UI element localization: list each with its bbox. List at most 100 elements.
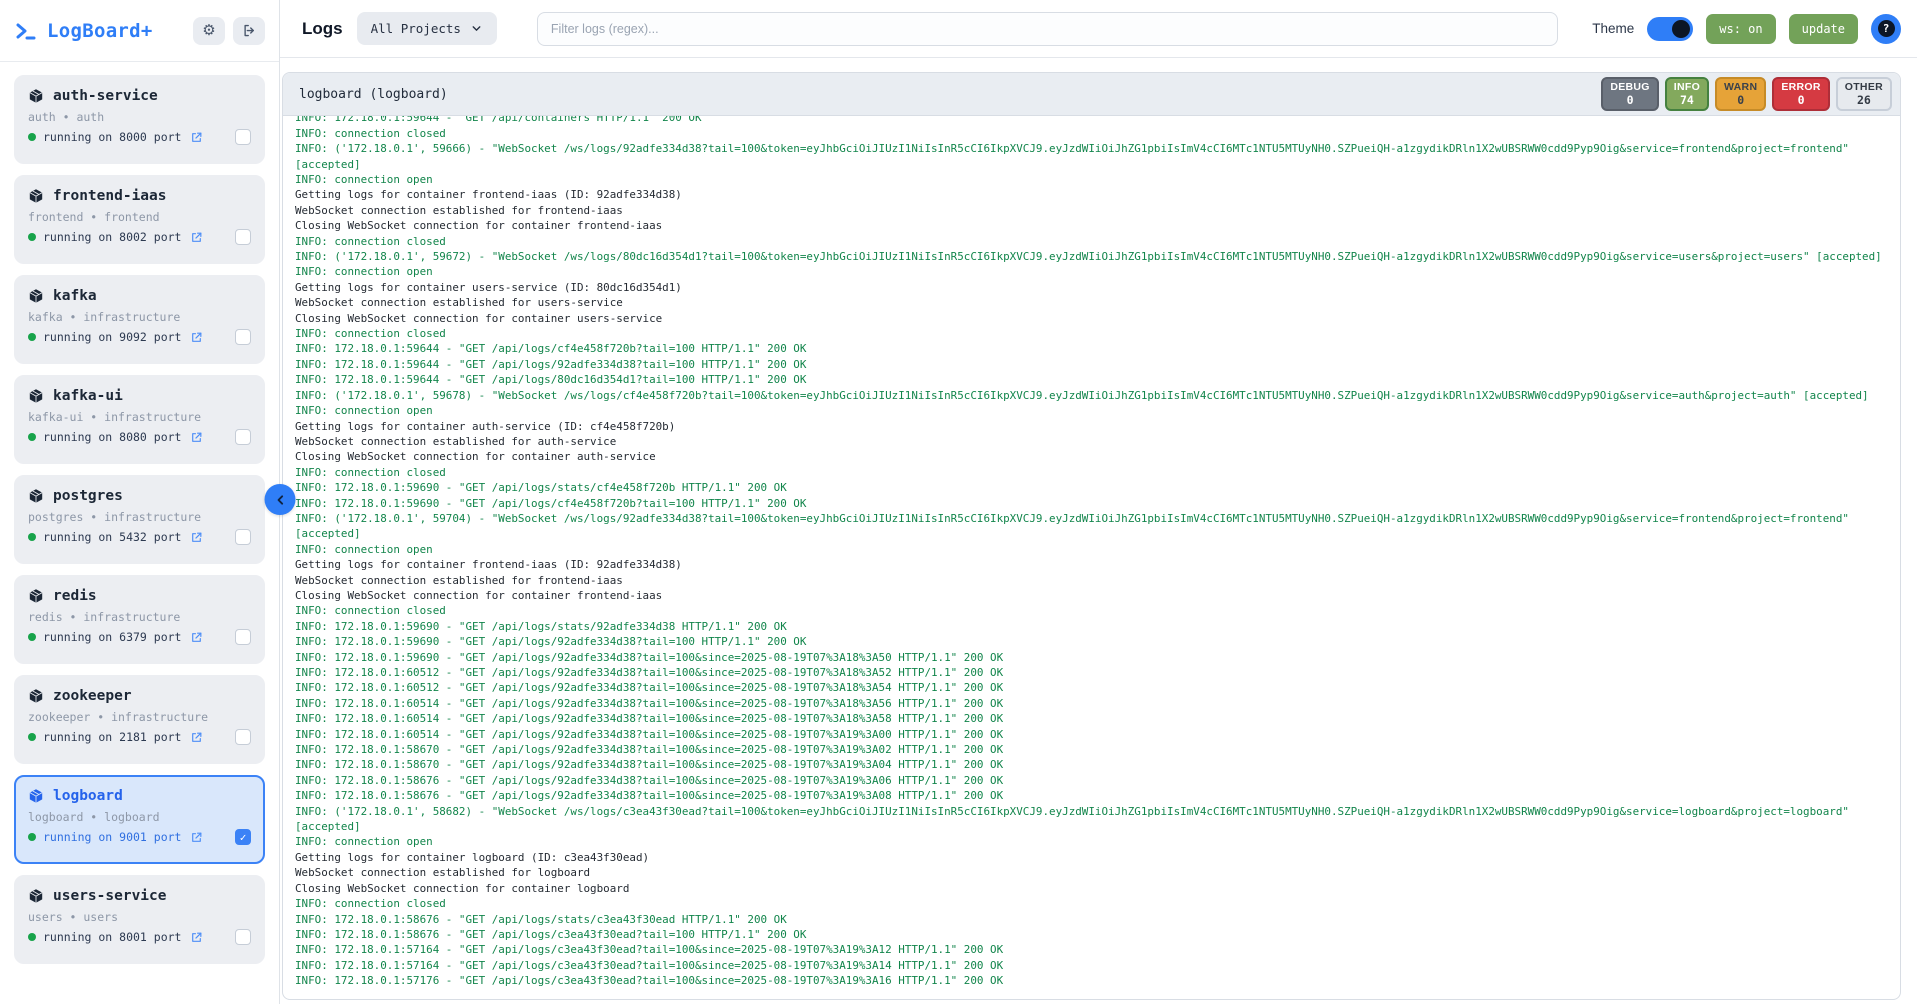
log-line: INFO: 172.18.0.1:58670 - "GET /api/logs/… <box>295 742 1894 757</box>
log-line: WebSocket connection established for fro… <box>295 573 1894 588</box>
service-card[interactable]: redis redis • infrastructure running on … <box>14 575 265 664</box>
badge-label: ERROR <box>1781 81 1820 94</box>
service-checkbox[interactable] <box>235 729 251 745</box>
update-button[interactable]: update <box>1789 14 1858 44</box>
external-link-icon[interactable] <box>190 231 203 244</box>
external-link-icon[interactable] <box>190 531 203 544</box>
topbar: Logs All Projects Theme ws: on update ? <box>280 0 1917 58</box>
service-name: kafka <box>53 288 97 304</box>
topbar-right-cluster: Theme ws: on update ? <box>1592 14 1901 44</box>
log-panel-header: logboard (logboard) DEBUG 0 INFO 74 WARN… <box>283 73 1900 116</box>
service-status-text: running on 9092 port <box>43 330 181 344</box>
chevron-down-icon <box>470 22 483 35</box>
service-status-text: running on 8002 port <box>43 230 181 244</box>
service-card[interactable]: kafka-ui kafka-ui • infrastructure runni… <box>14 375 265 464</box>
badge-count: 26 <box>1845 94 1883 108</box>
service-checkbox[interactable] <box>235 929 251 945</box>
service-checkbox[interactable] <box>235 129 251 145</box>
log-line: INFO: ('172.18.0.1', 58682) - "WebSocket… <box>295 804 1894 835</box>
log-level-badge[interactable]: DEBUG 0 <box>1601 77 1658 111</box>
theme-toggle[interactable] <box>1647 17 1693 41</box>
service-card[interactable]: frontend-iaas frontend • frontend runnin… <box>14 175 265 264</box>
log-level-badge[interactable]: OTHER 26 <box>1836 77 1892 111</box>
badge-label: OTHER <box>1845 81 1883 94</box>
service-card[interactable]: users-service users • users running on 8… <box>14 875 265 964</box>
log-line: INFO: 172.18.0.1:58676 - "GET /api/logs/… <box>295 912 1894 927</box>
service-name: auth-service <box>53 88 158 104</box>
service-status-text: running on 8000 port <box>43 130 181 144</box>
badge-count: 74 <box>1674 94 1700 108</box>
settings-button[interactable]: ⚙ <box>193 17 225 45</box>
service-card[interactable]: auth-service auth • auth running on 8000… <box>14 75 265 164</box>
service-card[interactable]: logboard logboard • logboard running on … <box>14 775 265 864</box>
log-line: Closing WebSocket connection for contain… <box>295 449 1894 464</box>
log-line: Getting logs for container frontend-iaas… <box>295 187 1894 202</box>
log-line: INFO: connection open <box>295 403 1894 418</box>
service-checkbox[interactable] <box>235 629 251 645</box>
service-project: postgres • infrastructure <box>28 510 251 524</box>
package-icon <box>28 288 44 304</box>
external-link-icon[interactable] <box>190 131 203 144</box>
log-level-badge[interactable]: ERROR 0 <box>1772 77 1829 111</box>
log-line: WebSocket connection established for use… <box>295 295 1894 310</box>
log-line: Getting logs for container logboard (ID:… <box>295 850 1894 865</box>
log-line: INFO: 172.18.0.1:57164 - "GET /api/logs/… <box>295 958 1894 973</box>
service-card[interactable]: postgres postgres • infrastructure runni… <box>14 475 265 564</box>
service-project: auth • auth <box>28 110 251 124</box>
log-line: INFO: 172.18.0.1:59690 - "GET /api/logs/… <box>295 496 1894 511</box>
service-card[interactable]: kafka kafka • infrastructure running on … <box>14 275 265 364</box>
service-checkbox[interactable] <box>235 329 251 345</box>
status-dot <box>28 533 36 541</box>
log-line: INFO: 172.18.0.1:60514 - "GET /api/logs/… <box>295 696 1894 711</box>
log-line: INFO: 172.18.0.1:58670 - "GET /api/logs/… <box>295 757 1894 772</box>
terminal-prompt-icon <box>14 19 38 43</box>
theme-toggle-knob <box>1672 20 1690 38</box>
service-name: zookeeper <box>53 688 132 704</box>
gear-icon: ⚙ <box>202 23 215 38</box>
log-line: WebSocket connection established for aut… <box>295 434 1894 449</box>
badge-count: 0 <box>1724 94 1757 108</box>
service-project: logboard • logboard <box>28 810 251 824</box>
log-line: INFO: 172.18.0.1:59644 - "GET /api/logs/… <box>295 341 1894 356</box>
sidebar-collapse-button[interactable] <box>265 484 296 515</box>
log-level-badge[interactable]: WARN 0 <box>1715 77 1766 111</box>
app-title: LogBoard+ <box>47 20 153 42</box>
external-link-icon[interactable] <box>190 431 203 444</box>
log-line: INFO: connection closed <box>295 603 1894 618</box>
service-status-text: running on 8080 port <box>43 430 181 444</box>
badge-label: INFO <box>1674 81 1700 94</box>
external-link-icon[interactable] <box>190 831 203 844</box>
external-link-icon[interactable] <box>190 631 203 644</box>
log-filter-input[interactable] <box>537 12 1558 46</box>
log-output[interactable]: INFO: 172.18.0.1:59644 - "GET /api/conta… <box>283 116 1900 999</box>
project-filter-dropdown[interactable]: All Projects <box>357 12 497 45</box>
external-link-icon[interactable] <box>190 731 203 744</box>
main-area: Logs All Projects Theme ws: on update ? … <box>280 0 1917 1004</box>
service-status-text: running on 8001 port <box>43 930 181 944</box>
service-list: auth-service auth • auth running on 8000… <box>0 62 279 1004</box>
log-line: Getting logs for container frontend-iaas… <box>295 557 1894 572</box>
external-link-icon[interactable] <box>190 331 203 344</box>
websocket-status-badge[interactable]: ws: on <box>1706 14 1775 44</box>
service-checkbox[interactable] <box>235 829 251 845</box>
status-dot <box>28 133 36 141</box>
log-line: INFO: connection closed <box>295 234 1894 249</box>
service-card[interactable]: zookeeper zookeeper • infrastructure run… <box>14 675 265 764</box>
log-line: INFO: connection open <box>295 172 1894 187</box>
service-checkbox[interactable] <box>235 429 251 445</box>
package-icon <box>28 488 44 504</box>
external-link-icon[interactable] <box>190 931 203 944</box>
package-icon <box>28 588 44 604</box>
log-line: INFO: connection closed <box>295 465 1894 480</box>
log-line: WebSocket connection established for log… <box>295 865 1894 880</box>
log-line: INFO: 172.18.0.1:60514 - "GET /api/logs/… <box>295 727 1894 742</box>
service-checkbox[interactable] <box>235 529 251 545</box>
help-button[interactable]: ? <box>1871 14 1901 44</box>
log-line: INFO: 172.18.0.1:60514 - "GET /api/logs/… <box>295 711 1894 726</box>
service-checkbox[interactable] <box>235 229 251 245</box>
service-project: redis • infrastructure <box>28 610 251 624</box>
logout-button[interactable] <box>233 17 265 45</box>
log-line: INFO: 172.18.0.1:58676 - "GET /api/logs/… <box>295 788 1894 803</box>
package-icon <box>28 88 44 104</box>
log-level-badge[interactable]: INFO 74 <box>1665 77 1709 111</box>
